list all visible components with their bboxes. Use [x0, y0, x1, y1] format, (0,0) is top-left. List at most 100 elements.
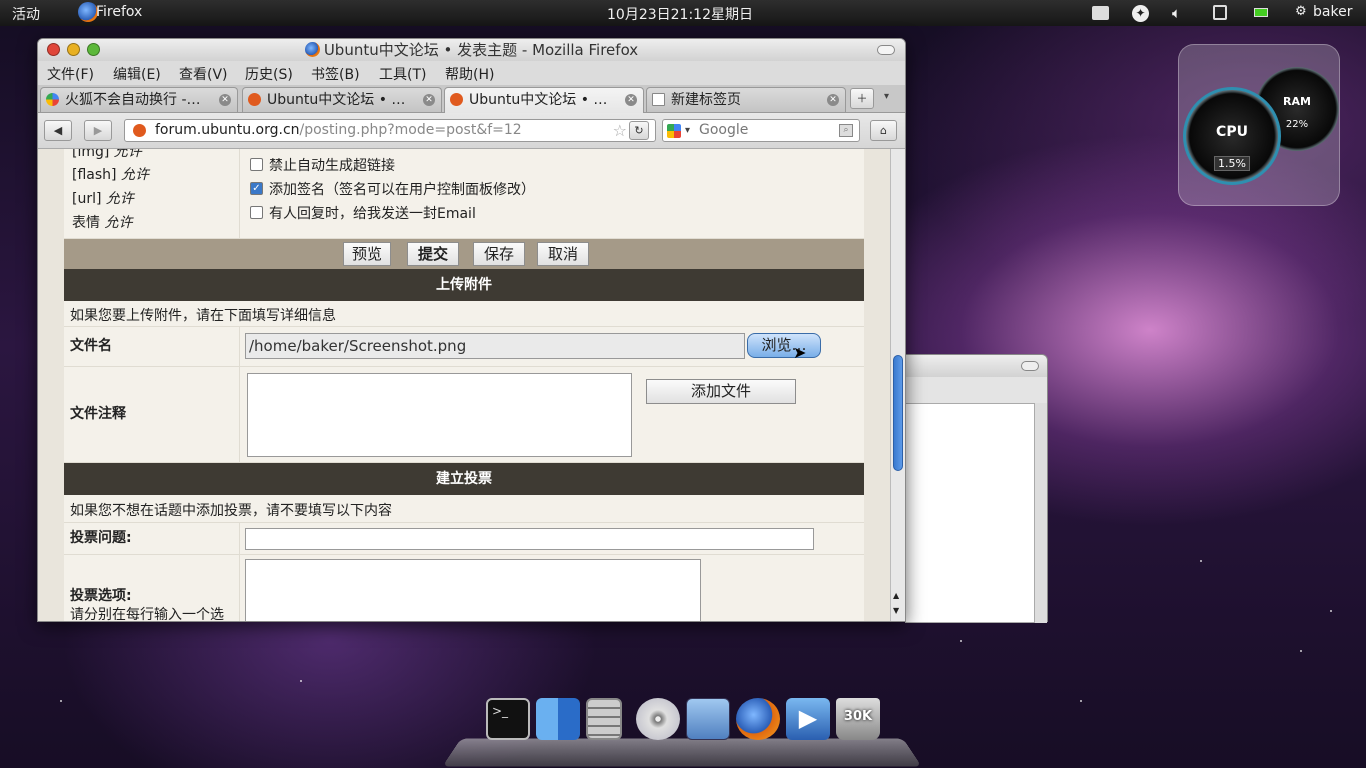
site-identity-icon[interactable]: [133, 124, 146, 137]
save-button[interactable]: 保存: [473, 242, 525, 266]
perm-url: [url] 允许: [72, 191, 134, 207]
close-tab-icon[interactable]: ✕: [625, 94, 637, 106]
firefox-icon: [304, 42, 320, 57]
preview-button[interactable]: 预览: [343, 242, 391, 266]
signature-checkbox[interactable]: ✓: [250, 182, 263, 195]
upload-header: 上传附件: [64, 269, 864, 301]
vertical-scrollbar[interactable]: ▲ ▼: [890, 149, 905, 621]
home-button[interactable]: ⌂: [870, 120, 897, 141]
app-menu[interactable]: Firefox: [96, 4, 142, 20]
background-window[interactable]: [900, 354, 1048, 623]
scroll-down-icon[interactable]: ▼: [893, 606, 899, 615]
terminal-icon[interactable]: >_: [486, 698, 530, 740]
menu-help[interactable]: 帮助(H): [445, 64, 494, 84]
search-icon[interactable]: ⌕: [839, 124, 853, 137]
filename-input[interactable]: /home/baker/Screenshot.png: [245, 333, 745, 359]
menu-tools[interactable]: 工具(T): [379, 64, 426, 84]
tab-label: Ubuntu中文论坛 • …: [469, 92, 608, 108]
disable-links-checkbox[interactable]: [250, 158, 263, 171]
tab-list-icon[interactable]: ▾: [884, 91, 889, 102]
page-content: [img] 允许 [flash] 允许 [url] 允许 表情 允许 禁止自动生…: [38, 149, 890, 621]
scrollbar-thumb[interactable]: [893, 355, 903, 471]
browse-button[interactable]: 浏览…: [747, 333, 821, 358]
scroll-up-icon[interactable]: ▲: [893, 591, 899, 600]
email-notify-checkbox[interactable]: [250, 206, 263, 219]
search-bar[interactable]: ▾ Google ⌕: [662, 119, 860, 142]
tab-4[interactable]: 新建标签页 ✕: [646, 87, 846, 112]
poll-question-input[interactable]: [245, 528, 814, 550]
close-tab-icon[interactable]: ✕: [423, 94, 435, 106]
navigation-toolbar: ◀ ▶ forum.ubuntu.org.cn/posting.php?mode…: [38, 113, 905, 149]
disable-links-label: 禁止自动生成超链接: [269, 158, 395, 174]
menu-view[interactable]: 查看(V): [179, 64, 228, 84]
google-icon: [46, 93, 59, 106]
maximize-window-icon[interactable]: [87, 43, 100, 56]
google-icon[interactable]: [667, 124, 681, 138]
poll-options-label: 投票选项:: [70, 588, 132, 604]
restore-icon[interactable]: [877, 45, 895, 55]
url-path: /posting.php?mode=post&f=12: [299, 122, 522, 138]
trash-icon[interactable]: 30K: [836, 698, 880, 740]
search-placeholder: Google: [699, 122, 749, 138]
maximize-icon[interactable]: [1021, 361, 1039, 371]
poll-options-label-cell: 投票选项: 请分别在每行输入一个选: [64, 555, 240, 621]
system-monitor-gadget: RAM 22% CPU 1.5%: [1178, 44, 1340, 206]
tab-2[interactable]: Ubuntu中文论坛 • … ✕: [242, 87, 442, 112]
dock: >_ ▶ 30K: [442, 698, 922, 768]
close-tab-icon[interactable]: ✕: [827, 94, 839, 106]
firefox-window[interactable]: Ubuntu中文论坛 • 发表主题 - Mozilla Firefox 文件(F…: [37, 38, 906, 622]
submit-bar: 预览 提交 保存 取消: [64, 239, 864, 269]
calculator-icon[interactable]: [586, 698, 622, 740]
close-window-icon[interactable]: [47, 43, 60, 56]
poll-question-row: 投票问题:: [64, 523, 864, 555]
close-tab-icon[interactable]: ✕: [219, 94, 231, 106]
mail-icon[interactable]: [686, 698, 730, 740]
file-comment-row: 文件注释 添加文件: [64, 367, 864, 463]
add-file-button[interactable]: 添加文件: [646, 379, 796, 404]
file-comment-textarea[interactable]: [247, 373, 632, 457]
menu-bar: 文件(F) 编辑(E) 查看(V) 历史(S) 书签(B) 工具(T) 帮助(H…: [38, 61, 905, 85]
battery-icon[interactable]: [1254, 8, 1268, 17]
menu-bookmarks[interactable]: 书签(B): [311, 64, 360, 84]
back-button[interactable]: ◀: [44, 120, 72, 141]
bbcode-permissions: [img] 允许 [flash] 允许 [url] 允许 表情 允许: [64, 149, 240, 238]
options-row: [img] 允许 [flash] 允许 [url] 允许 表情 允许 禁止自动生…: [64, 149, 864, 239]
title-bar[interactable]: Ubuntu中文论坛 • 发表主题 - Mozilla Firefox: [38, 39, 905, 61]
tab-bar: 火狐不会自动换行 -… ✕ Ubuntu中文论坛 • … ✕ Ubuntu中文论…: [38, 85, 905, 113]
firefox-dock-icon[interactable]: [736, 698, 780, 740]
search-engine-dropdown-icon[interactable]: ▾: [685, 120, 690, 141]
disc-icon[interactable]: [636, 698, 680, 740]
cancel-button[interactable]: 取消: [537, 242, 589, 266]
forward-button[interactable]: ▶: [84, 120, 112, 141]
accessibility-icon[interactable]: ✦: [1132, 5, 1149, 22]
network-icon[interactable]: [1213, 5, 1227, 20]
menu-edit[interactable]: 编辑(E): [113, 64, 161, 84]
user-menu[interactable]: baker: [1313, 4, 1352, 20]
menu-history[interactable]: 历史(S): [245, 64, 293, 84]
tab-3-active[interactable]: Ubuntu中文论坛 • … ✕: [444, 87, 644, 113]
poll-options-textarea[interactable]: [245, 559, 701, 621]
url-bar[interactable]: forum.ubuntu.org.cn/posting.php?mode=pos…: [124, 119, 656, 142]
finder-icon[interactable]: [536, 698, 580, 740]
cpu-value: 1.5%: [1214, 156, 1250, 171]
page-icon: [652, 93, 665, 106]
signature-label: 添加签名（签名可以在用户控制面板修改）: [269, 182, 535, 198]
clock[interactable]: 10月23日21:12星期日: [607, 4, 753, 24]
media-player-icon[interactable]: ▶: [786, 698, 830, 740]
url-host: forum.ubuntu.org.cn: [155, 122, 300, 138]
minimize-window-icon[interactable]: [67, 43, 80, 56]
reload-button[interactable]: ↻: [629, 121, 649, 140]
submit-button[interactable]: 提交: [407, 242, 459, 266]
firefox-icon: [78, 2, 98, 22]
perm-flash: [flash] 允许: [72, 167, 149, 183]
ubuntu-icon: [450, 93, 463, 106]
activities-button[interactable]: 活动: [12, 4, 40, 24]
new-tab-button[interactable]: ＋: [850, 88, 874, 109]
ubuntu-icon: [248, 93, 261, 106]
bookmark-star-icon[interactable]: ☆: [613, 120, 627, 141]
poll-options-row: 投票选项: 请分别在每行输入一个选: [64, 555, 864, 621]
menu-file[interactable]: 文件(F): [47, 64, 94, 84]
volume-icon[interactable]: 🔈︎: [1172, 4, 1181, 22]
tab-1[interactable]: 火狐不会自动换行 -… ✕: [40, 87, 238, 112]
folder-icon[interactable]: [1092, 6, 1109, 20]
